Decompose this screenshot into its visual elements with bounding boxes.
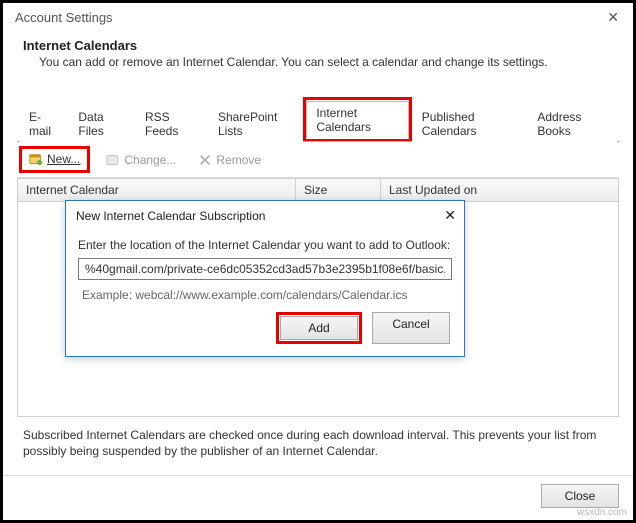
- footer: Close: [3, 475, 633, 520]
- remove-icon: [198, 153, 212, 167]
- tab-internet-calendars[interactable]: Internet Calendars: [306, 101, 408, 139]
- change-button-label: Change...: [124, 153, 176, 167]
- remove-button: Remove: [192, 151, 267, 169]
- info-note: Subscribed Internet Calendars are checke…: [17, 417, 619, 465]
- calendar-url-input[interactable]: [78, 258, 452, 280]
- grid-column-size[interactable]: Size: [296, 179, 381, 201]
- highlight-new-button: New...: [19, 146, 90, 173]
- highlight-add-button: Add: [276, 312, 362, 344]
- window-title: Account Settings: [15, 10, 113, 25]
- new-calendar-icon: [29, 152, 43, 166]
- tab-address-books[interactable]: Address Books: [527, 105, 617, 142]
- tab-rss-feeds[interactable]: RSS Feeds: [135, 105, 208, 142]
- tab-published-calendars[interactable]: Published Calendars: [412, 105, 528, 142]
- change-icon: [106, 153, 120, 167]
- new-subscription-dialog: New Internet Calendar Subscription ✕ Ent…: [65, 200, 465, 357]
- dialog-body: Enter the location of the Internet Calen…: [66, 228, 464, 356]
- dialog-titlebar: New Internet Calendar Subscription ✕: [66, 201, 464, 228]
- close-button[interactable]: Close: [541, 484, 619, 508]
- section-description: You can add or remove an Internet Calend…: [39, 55, 619, 69]
- watermark: wsxdn.com: [577, 507, 627, 518]
- dialog-example-text: Example: webcal://www.example.com/calend…: [82, 288, 452, 302]
- tab-email[interactable]: E-mail: [19, 105, 68, 142]
- dialog-title: New Internet Calendar Subscription: [76, 209, 265, 223]
- grid-column-name[interactable]: Internet Calendar: [18, 179, 296, 201]
- cancel-button[interactable]: Cancel: [372, 312, 450, 344]
- section-heading: Internet Calendars: [23, 38, 619, 53]
- change-button: Change...: [100, 151, 182, 169]
- tabbar: E-mail Data Files RSS Feeds SharePoint L…: [17, 97, 619, 142]
- dialog-prompt: Enter the location of the Internet Calen…: [78, 238, 452, 252]
- add-button[interactable]: Add: [280, 316, 358, 340]
- dialog-close-button[interactable]: ✕: [444, 207, 456, 224]
- highlight-internet-calendars-tab: Internet Calendars: [303, 97, 411, 141]
- dialog-buttons: Add Cancel: [78, 312, 452, 344]
- new-button[interactable]: New...: [23, 150, 86, 168]
- window-close-button[interactable]: ✕: [603, 9, 623, 26]
- titlebar: Account Settings ✕: [3, 3, 633, 30]
- new-button-label: New...: [47, 152, 80, 166]
- grid-column-updated[interactable]: Last Updated on: [381, 179, 618, 201]
- toolbar: New... Change... Remove: [17, 142, 619, 178]
- tab-sharepoint-lists[interactable]: SharePoint Lists: [208, 105, 303, 142]
- remove-button-label: Remove: [216, 153, 261, 167]
- grid-header: Internet Calendar Size Last Updated on: [17, 178, 619, 202]
- tab-data-files[interactable]: Data Files: [68, 105, 135, 142]
